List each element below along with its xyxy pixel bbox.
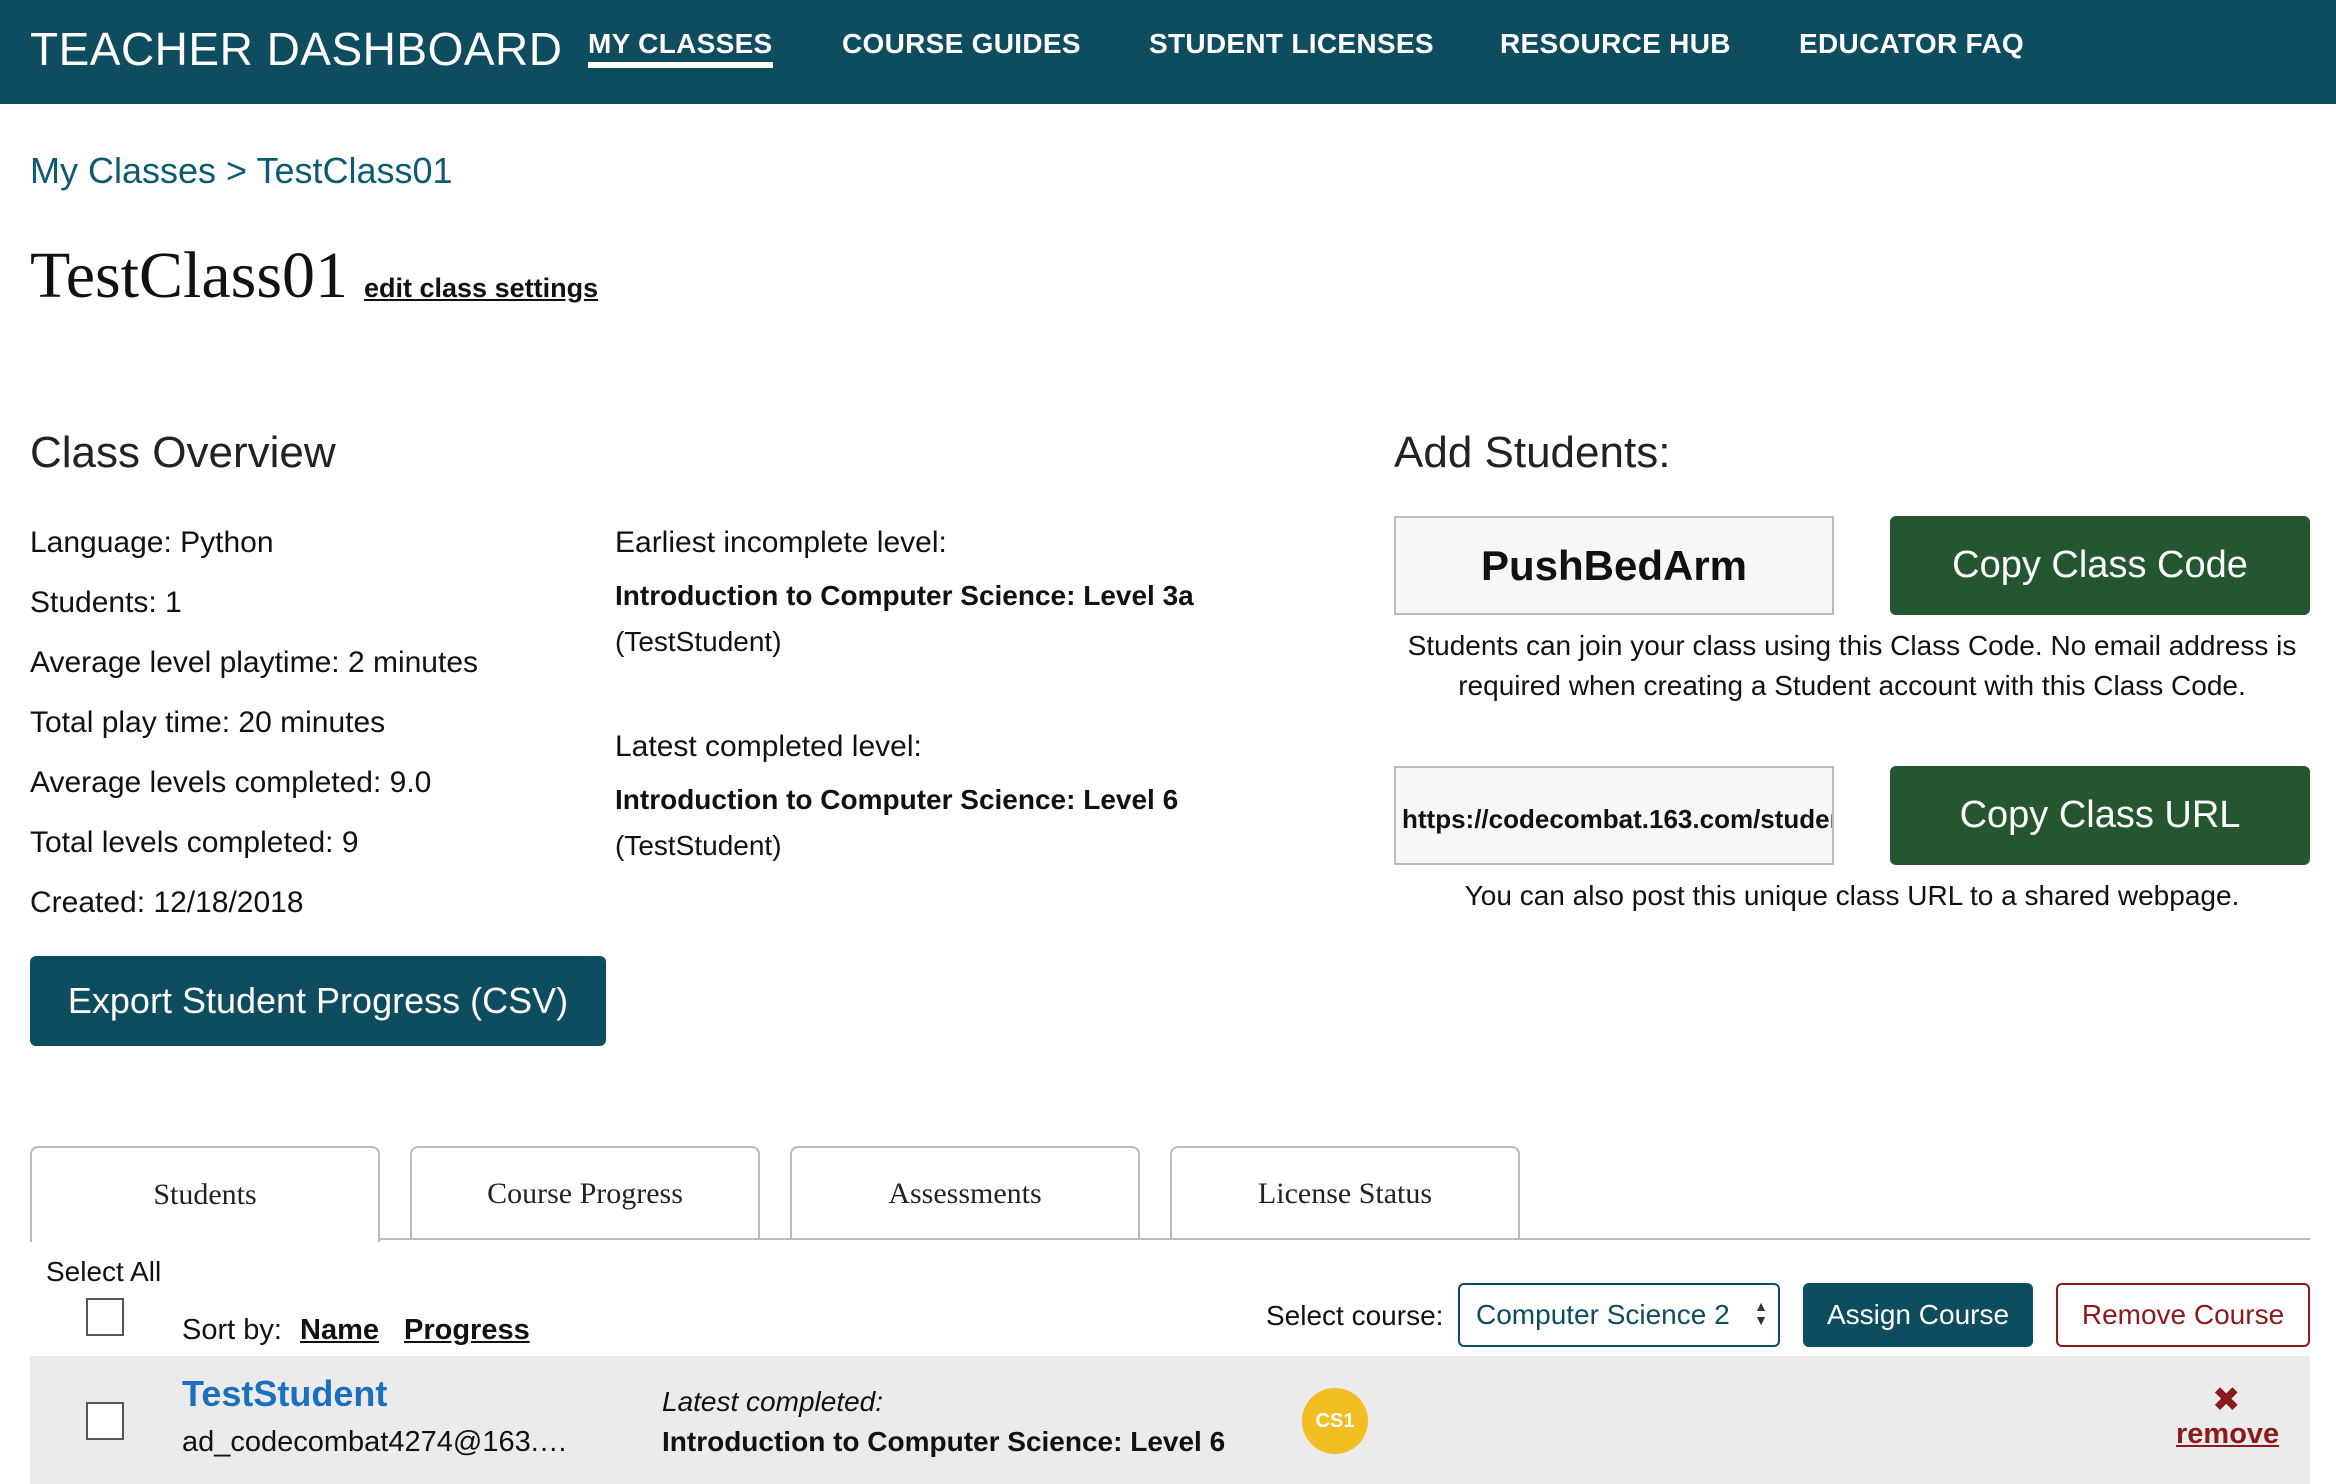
breadcrumb: My Classes > TestClass01 — [30, 150, 453, 192]
latest-completed-student: (TestStudent) — [615, 830, 782, 861]
student-email: ad_codecombat4274@163.… — [182, 1426, 568, 1458]
class-url-help: You can also post this unique class URL … — [1464, 880, 2240, 911]
select-arrows-icon: ▲ ▼ — [1754, 1298, 1768, 1328]
student-latest-label: Latest completed: — [662, 1386, 884, 1417]
nav-course-guides[interactable]: COURSE GUIDES — [842, 28, 1081, 60]
earliest-incomplete-label: Earliest incomplete level: — [615, 526, 947, 559]
select-all-checkbox[interactable] — [86, 1298, 124, 1336]
sort-by-label: Sort by: — [182, 1314, 282, 1346]
nav-resource-hub[interactable]: RESOURCE HUB — [1500, 28, 1731, 60]
brand-title[interactable]: TEACHER DASHBOARD — [30, 22, 562, 76]
class-code-help: Students can join your class using this … — [1394, 626, 2310, 706]
earliest-incomplete-student: (TestStudent) — [615, 626, 782, 657]
export-progress-button[interactable]: Export Student Progress (CSV) — [30, 956, 606, 1046]
earliest-incomplete-level: Introduction to Computer Science: Level … — [615, 580, 1194, 611]
class-url-field[interactable]: https://codecombat.163.com/students?_cc=… — [1394, 766, 1834, 865]
student-name-link[interactable]: TestStudent — [182, 1373, 387, 1415]
edit-class-settings-link[interactable]: edit class settings — [364, 273, 598, 304]
remove-student-link[interactable]: remove — [2176, 1418, 2279, 1451]
sort-by-name-link[interactable]: Name — [300, 1314, 379, 1347]
breadcrumb-separator: > — [226, 150, 248, 191]
class-overview-heading: Class Overview — [30, 428, 336, 477]
latest-completed-label: Latest completed level: — [615, 730, 922, 763]
course-badge[interactable]: CS1 — [1302, 1388, 1368, 1454]
assign-course-button[interactable]: Assign Course — [1803, 1283, 2033, 1347]
breadcrumb-my-classes[interactable]: My Classes — [30, 150, 216, 191]
tab-assessments[interactable]: Assessments — [790, 1146, 1140, 1240]
overview-students: Students: 1 — [30, 586, 182, 619]
overview-created: Created: 12/18/2018 — [30, 886, 304, 919]
select-all-label: Select All — [46, 1256, 162, 1287]
student-checkbox[interactable] — [86, 1402, 124, 1440]
overview-avg-levels: Average levels completed: 9.0 — [30, 766, 432, 799]
tab-course-progress[interactable]: Course Progress — [410, 1146, 760, 1240]
overview-total-playtime: Total play time: 20 minutes — [30, 706, 386, 739]
course-select-dropdown[interactable]: Computer Science 2 ▲ ▼ — [1458, 1283, 1780, 1347]
overview-avg-playtime: Average level playtime: 2 minutes — [30, 646, 479, 679]
add-students-heading: Add Students: — [1394, 428, 1671, 477]
remove-x-icon[interactable]: ✖ — [2212, 1380, 2241, 1420]
nav-educator-faq[interactable]: EDUCATOR FAQ — [1799, 28, 2024, 60]
breadcrumb-current[interactable]: TestClass01 — [256, 150, 452, 191]
copy-class-code-button[interactable]: Copy Class Code — [1890, 516, 2310, 615]
top-nav-bar: TEACHER DASHBOARD MY CLASSES COURSE GUID… — [0, 0, 2336, 104]
tab-license-status[interactable]: License Status — [1170, 1146, 1520, 1240]
class-code-help-line-2: required when creating a Student account… — [1458, 670, 2246, 701]
class-code-field[interactable]: PushBedArm — [1394, 516, 1834, 615]
select-course-label: Select course: — [1266, 1300, 1444, 1331]
overview-language: Language: Python — [30, 526, 274, 559]
course-select-value: Computer Science 2 — [1476, 1299, 1730, 1330]
sort-by-progress-link[interactable]: Progress — [404, 1314, 530, 1347]
tab-students[interactable]: Students — [30, 1146, 380, 1242]
student-latest-level: Introduction to Computer Science: Level … — [662, 1426, 1226, 1457]
latest-completed-level: Introduction to Computer Science: Level … — [615, 784, 1179, 815]
remove-course-button[interactable]: Remove Course — [2056, 1283, 2310, 1347]
copy-class-url-button[interactable]: Copy Class URL — [1890, 766, 2310, 865]
nav-student-licenses[interactable]: STUDENT LICENSES — [1149, 28, 1434, 60]
overview-total-levels: Total levels completed: 9 — [30, 826, 359, 859]
page-title: TestClass01 — [30, 239, 349, 312]
class-code-help-line-1: Students can join your class using this … — [1407, 630, 2297, 661]
nav-my-classes[interactable]: MY CLASSES — [588, 28, 773, 68]
